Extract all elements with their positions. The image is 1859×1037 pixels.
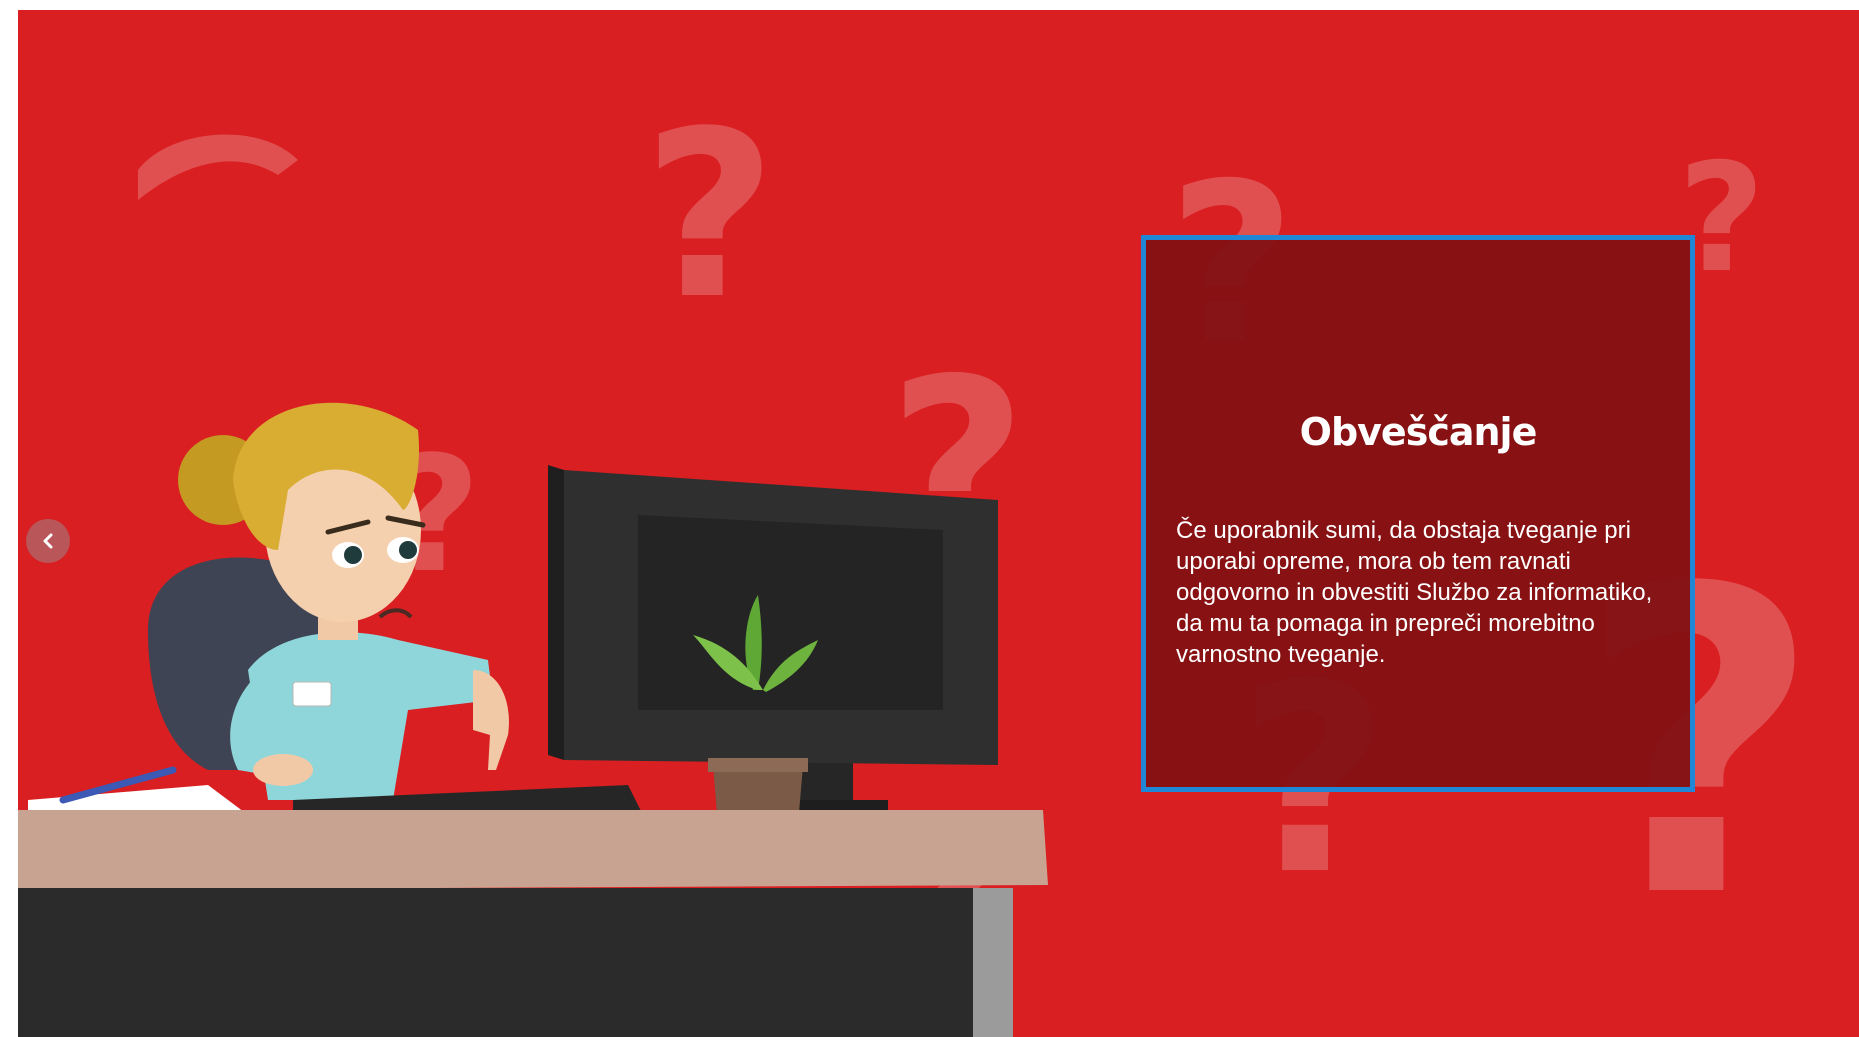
info-card: Obveščanje Če uporabnik sumi, da obstaja… [1141,235,1695,792]
chevron-left-icon [43,533,53,549]
question-mark-hook [138,134,298,200]
card-body-text: Če uporabnik sumi, da obstaja tveganje p… [1176,517,1653,668]
previous-slide-button[interactable] [26,519,70,563]
card-title: Obveščanje [1299,410,1538,454]
slide-stage: ? ? ? ? ? ? ? ? [18,10,1859,1037]
office-desk [18,810,1048,1037]
question-mark-icon: ? [643,83,776,350]
